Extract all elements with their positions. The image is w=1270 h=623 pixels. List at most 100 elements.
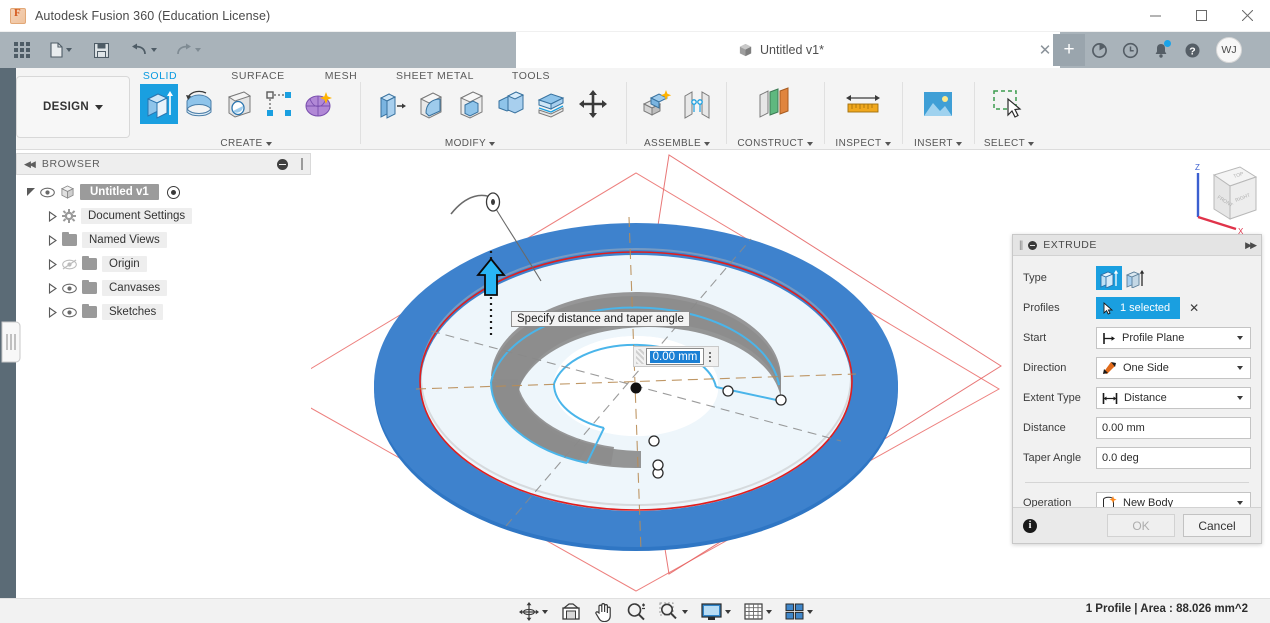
dialog-collapse-icon[interactable] bbox=[1028, 241, 1037, 250]
move-copy-button[interactable] bbox=[572, 84, 614, 124]
chevron-down-icon bbox=[1237, 336, 1243, 340]
ok-button[interactable]: OK bbox=[1107, 514, 1175, 537]
close-button[interactable] bbox=[1224, 0, 1270, 32]
modify-panel-label[interactable]: MODIFY bbox=[370, 138, 570, 149]
press-pull-button[interactable] bbox=[372, 84, 410, 124]
zoom-tool[interactable] bbox=[624, 601, 648, 622]
taper-angle-field[interactable]: 0.0 deg bbox=[1096, 447, 1251, 469]
tree-item-canvases[interactable]: Canvases bbox=[16, 276, 311, 300]
combine-button[interactable] bbox=[492, 84, 530, 124]
create-panel-label[interactable]: CREATE bbox=[138, 138, 354, 149]
distance-input-field[interactable]: 0.00 mm bbox=[646, 348, 704, 365]
extent-type-dropdown[interactable]: Distance bbox=[1096, 387, 1251, 409]
pattern-button[interactable] bbox=[260, 84, 298, 124]
visibility-eye-icon[interactable] bbox=[62, 283, 77, 294]
assemble-panel-label[interactable]: ASSEMBLE bbox=[632, 138, 722, 149]
tree-item-document-settings[interactable]: Document Settings bbox=[16, 204, 311, 228]
active-component-radio[interactable] bbox=[167, 186, 180, 199]
extrude-dialog-header[interactable]: || EXTRUDE ▶▶ bbox=[1013, 235, 1261, 256]
view-cube[interactable]: TOP FRONT RIGHT Z X bbox=[1176, 157, 1262, 237]
user-avatar[interactable]: WJ bbox=[1216, 37, 1242, 63]
expand-triangle-icon[interactable] bbox=[48, 307, 57, 318]
drag-handle-icon[interactable] bbox=[636, 349, 644, 364]
extrude-button[interactable] bbox=[140, 84, 178, 124]
inspect-panel-label[interactable]: INSPECT bbox=[828, 138, 898, 149]
insert-canvas-button[interactable] bbox=[919, 84, 957, 124]
joint-button[interactable] bbox=[678, 84, 716, 124]
maximize-button[interactable] bbox=[1178, 0, 1224, 32]
collapse-panel-icon[interactable]: ◀◀ bbox=[24, 159, 34, 170]
extrude-dialog-footer: i OK Cancel bbox=[1013, 507, 1261, 543]
construct-plane-button[interactable] bbox=[750, 84, 800, 124]
ribbon-tab-solid[interactable]: SOLID bbox=[130, 70, 190, 82]
ribbon-tab-mesh[interactable]: MESH bbox=[312, 70, 370, 82]
save-button[interactable] bbox=[90, 36, 113, 64]
undo-button[interactable] bbox=[127, 36, 161, 64]
fit-tool[interactable] bbox=[657, 601, 690, 622]
tree-item-origin[interactable]: Origin bbox=[16, 252, 311, 276]
start-dropdown[interactable]: Profile Plane bbox=[1096, 327, 1251, 349]
expand-triangle-icon[interactable] bbox=[48, 283, 57, 294]
data-panel-tab[interactable] bbox=[0, 318, 22, 366]
more-options-icon[interactable] bbox=[704, 352, 716, 362]
workspace-label: DESIGN bbox=[43, 101, 89, 113]
cancel-button[interactable]: Cancel bbox=[1183, 514, 1251, 537]
clear-profiles-button[interactable]: ✕ bbox=[1189, 301, 1199, 315]
form-button[interactable] bbox=[300, 84, 338, 124]
visibility-eye-icon[interactable] bbox=[40, 187, 55, 198]
ribbon-tab-tools[interactable]: TOOLS bbox=[502, 70, 560, 82]
fillet-button[interactable] bbox=[412, 84, 450, 124]
grid-snaps-tool[interactable] bbox=[742, 601, 774, 622]
visibility-eye-off-icon[interactable] bbox=[62, 259, 77, 270]
select-tool-button[interactable] bbox=[990, 84, 1028, 124]
new-tab-button[interactable]: + bbox=[1053, 34, 1085, 66]
display-settings-tool[interactable] bbox=[699, 601, 733, 622]
sweep-button[interactable] bbox=[220, 84, 258, 124]
app-grid-icon[interactable] bbox=[10, 36, 34, 64]
distance-field[interactable]: 0.00 mm bbox=[1096, 417, 1251, 439]
extrude-type-profile-button[interactable] bbox=[1096, 266, 1122, 290]
dialog-expand-icon[interactable]: ▶▶ bbox=[1245, 240, 1255, 251]
clock-icon[interactable] bbox=[1119, 39, 1141, 61]
info-icon[interactable]: i bbox=[1023, 519, 1037, 533]
panel-grip-icon[interactable] bbox=[301, 158, 303, 170]
tree-item-named-views[interactable]: Named Views bbox=[16, 228, 311, 252]
look-at-tool[interactable] bbox=[559, 601, 583, 622]
dialog-grip-icon[interactable]: || bbox=[1019, 240, 1022, 251]
gear-icon bbox=[62, 209, 76, 223]
redo-button[interactable] bbox=[171, 36, 205, 64]
extrude-type-taper-button[interactable] bbox=[1122, 266, 1148, 290]
expand-triangle-icon[interactable] bbox=[48, 259, 57, 270]
viewport-layout-tool[interactable] bbox=[783, 601, 815, 622]
orbit-tool[interactable] bbox=[517, 601, 550, 622]
expand-triangle-icon[interactable] bbox=[48, 235, 57, 246]
profiles-selection-chip[interactable]: 1 selected bbox=[1096, 297, 1180, 319]
window-title: Autodesk Fusion 360 (Education License) bbox=[35, 9, 270, 23]
select-panel-label[interactable]: SELECT bbox=[978, 138, 1040, 149]
split-body-button[interactable] bbox=[532, 84, 570, 124]
construct-panel-label[interactable]: CONSTRUCT bbox=[730, 138, 820, 149]
distance-input-box[interactable]: 0.00 mm bbox=[633, 346, 719, 367]
new-file-button[interactable] bbox=[46, 36, 76, 64]
minimize-button[interactable] bbox=[1132, 0, 1178, 32]
new-component-button[interactable] bbox=[638, 84, 676, 124]
insert-panel-label[interactable]: INSERT bbox=[906, 138, 970, 149]
help-icon[interactable]: ? bbox=[1181, 39, 1203, 61]
expand-triangle-icon[interactable] bbox=[48, 211, 57, 222]
minimize-panel-icon[interactable] bbox=[277, 159, 288, 170]
browser-header: ◀◀ BROWSER bbox=[16, 153, 311, 175]
direction-dropdown[interactable]: One Side bbox=[1096, 357, 1251, 379]
visibility-eye-icon[interactable] bbox=[62, 307, 77, 318]
revolve-button[interactable] bbox=[180, 84, 218, 124]
document-tab[interactable]: Untitled v1* bbox=[516, 32, 1046, 68]
pan-tool[interactable] bbox=[592, 601, 615, 622]
shell-button[interactable] bbox=[452, 84, 490, 124]
expand-triangle-icon[interactable] bbox=[26, 187, 35, 198]
tree-item-sketches[interactable]: Sketches bbox=[16, 300, 311, 324]
bell-icon[interactable] bbox=[1150, 39, 1172, 61]
refresh-icon[interactable] bbox=[1088, 39, 1110, 61]
ribbon-tab-sheet-metal[interactable]: SHEET METAL bbox=[382, 70, 488, 82]
measure-button[interactable] bbox=[841, 84, 885, 124]
tree-item-untitled[interactable]: Untitled v1 bbox=[16, 180, 311, 204]
ribbon-tab-surface[interactable]: SURFACE bbox=[218, 70, 298, 82]
